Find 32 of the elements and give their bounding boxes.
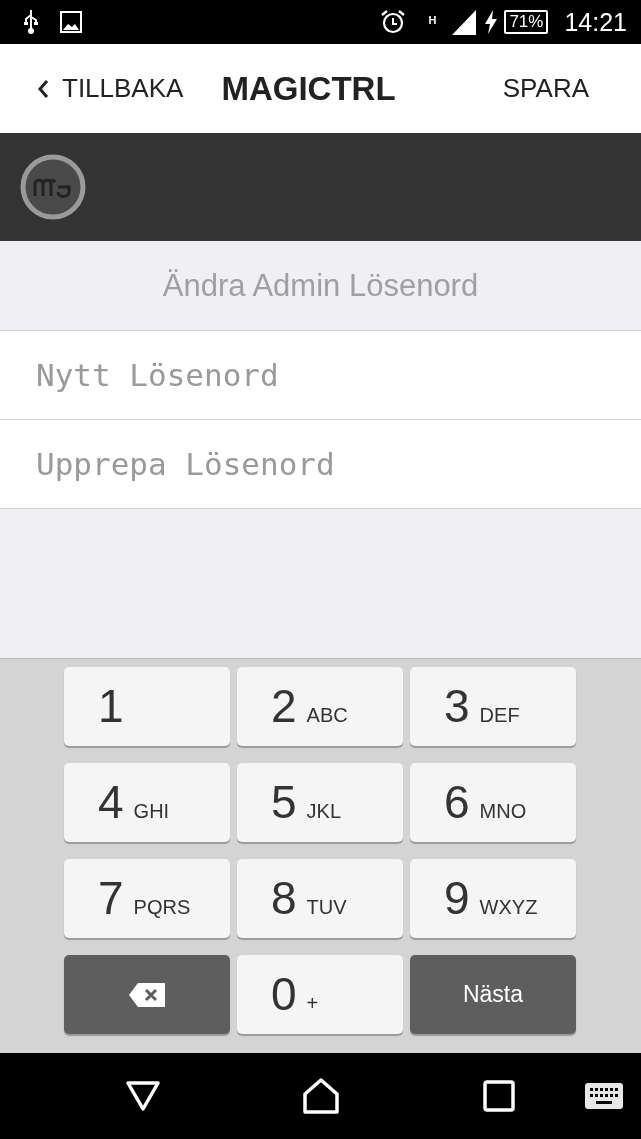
key[interactable]: 7 PQRS: [64, 859, 230, 938]
key[interactable]: 9 WXYZ: [410, 859, 576, 938]
password-field[interactable]: Upprepa Lösenord: [0, 420, 641, 509]
keyboard-icon[interactable]: [585, 1083, 623, 1109]
back-icon[interactable]: [125, 1080, 161, 1112]
key[interactable]: 8 TUV: [237, 859, 403, 938]
usb-icon: [22, 9, 40, 35]
save-button[interactable]: SPARA: [502, 73, 589, 104]
signal-icon: [450, 8, 479, 36]
network-type: H: [428, 13, 437, 26]
recents-icon[interactable]: [483, 1080, 515, 1112]
home-icon[interactable]: [302, 1078, 340, 1114]
alarm-icon: [380, 9, 407, 35]
key[interactable]: 4 GHI: [64, 763, 230, 842]
key[interactable]: 2 ABC: [237, 667, 403, 746]
key[interactable]: 6 MNO: [410, 763, 576, 842]
backspace-icon: [128, 981, 166, 1008]
battery-level: 71%: [504, 10, 549, 34]
password-field[interactable]: Nytt Lösenord: [0, 331, 641, 420]
app-title: MAGICTRL: [221, 69, 396, 108]
backspace-key[interactable]: [64, 955, 230, 1034]
key[interactable]: 1: [64, 667, 230, 746]
back-button[interactable]: TILLBAKA: [36, 73, 184, 104]
chevron-left-icon: [36, 77, 50, 100]
charging-icon: [484, 10, 499, 34]
key[interactable]: 0 +: [237, 955, 403, 1034]
next-key[interactable]: Nästa: [410, 955, 576, 1034]
key[interactable]: 3 DEF: [410, 667, 576, 746]
image-icon: [60, 11, 82, 33]
key[interactable]: 5 JKL: [237, 763, 403, 842]
logo-icon: [20, 154, 86, 220]
clock: 14:21: [564, 7, 627, 37]
